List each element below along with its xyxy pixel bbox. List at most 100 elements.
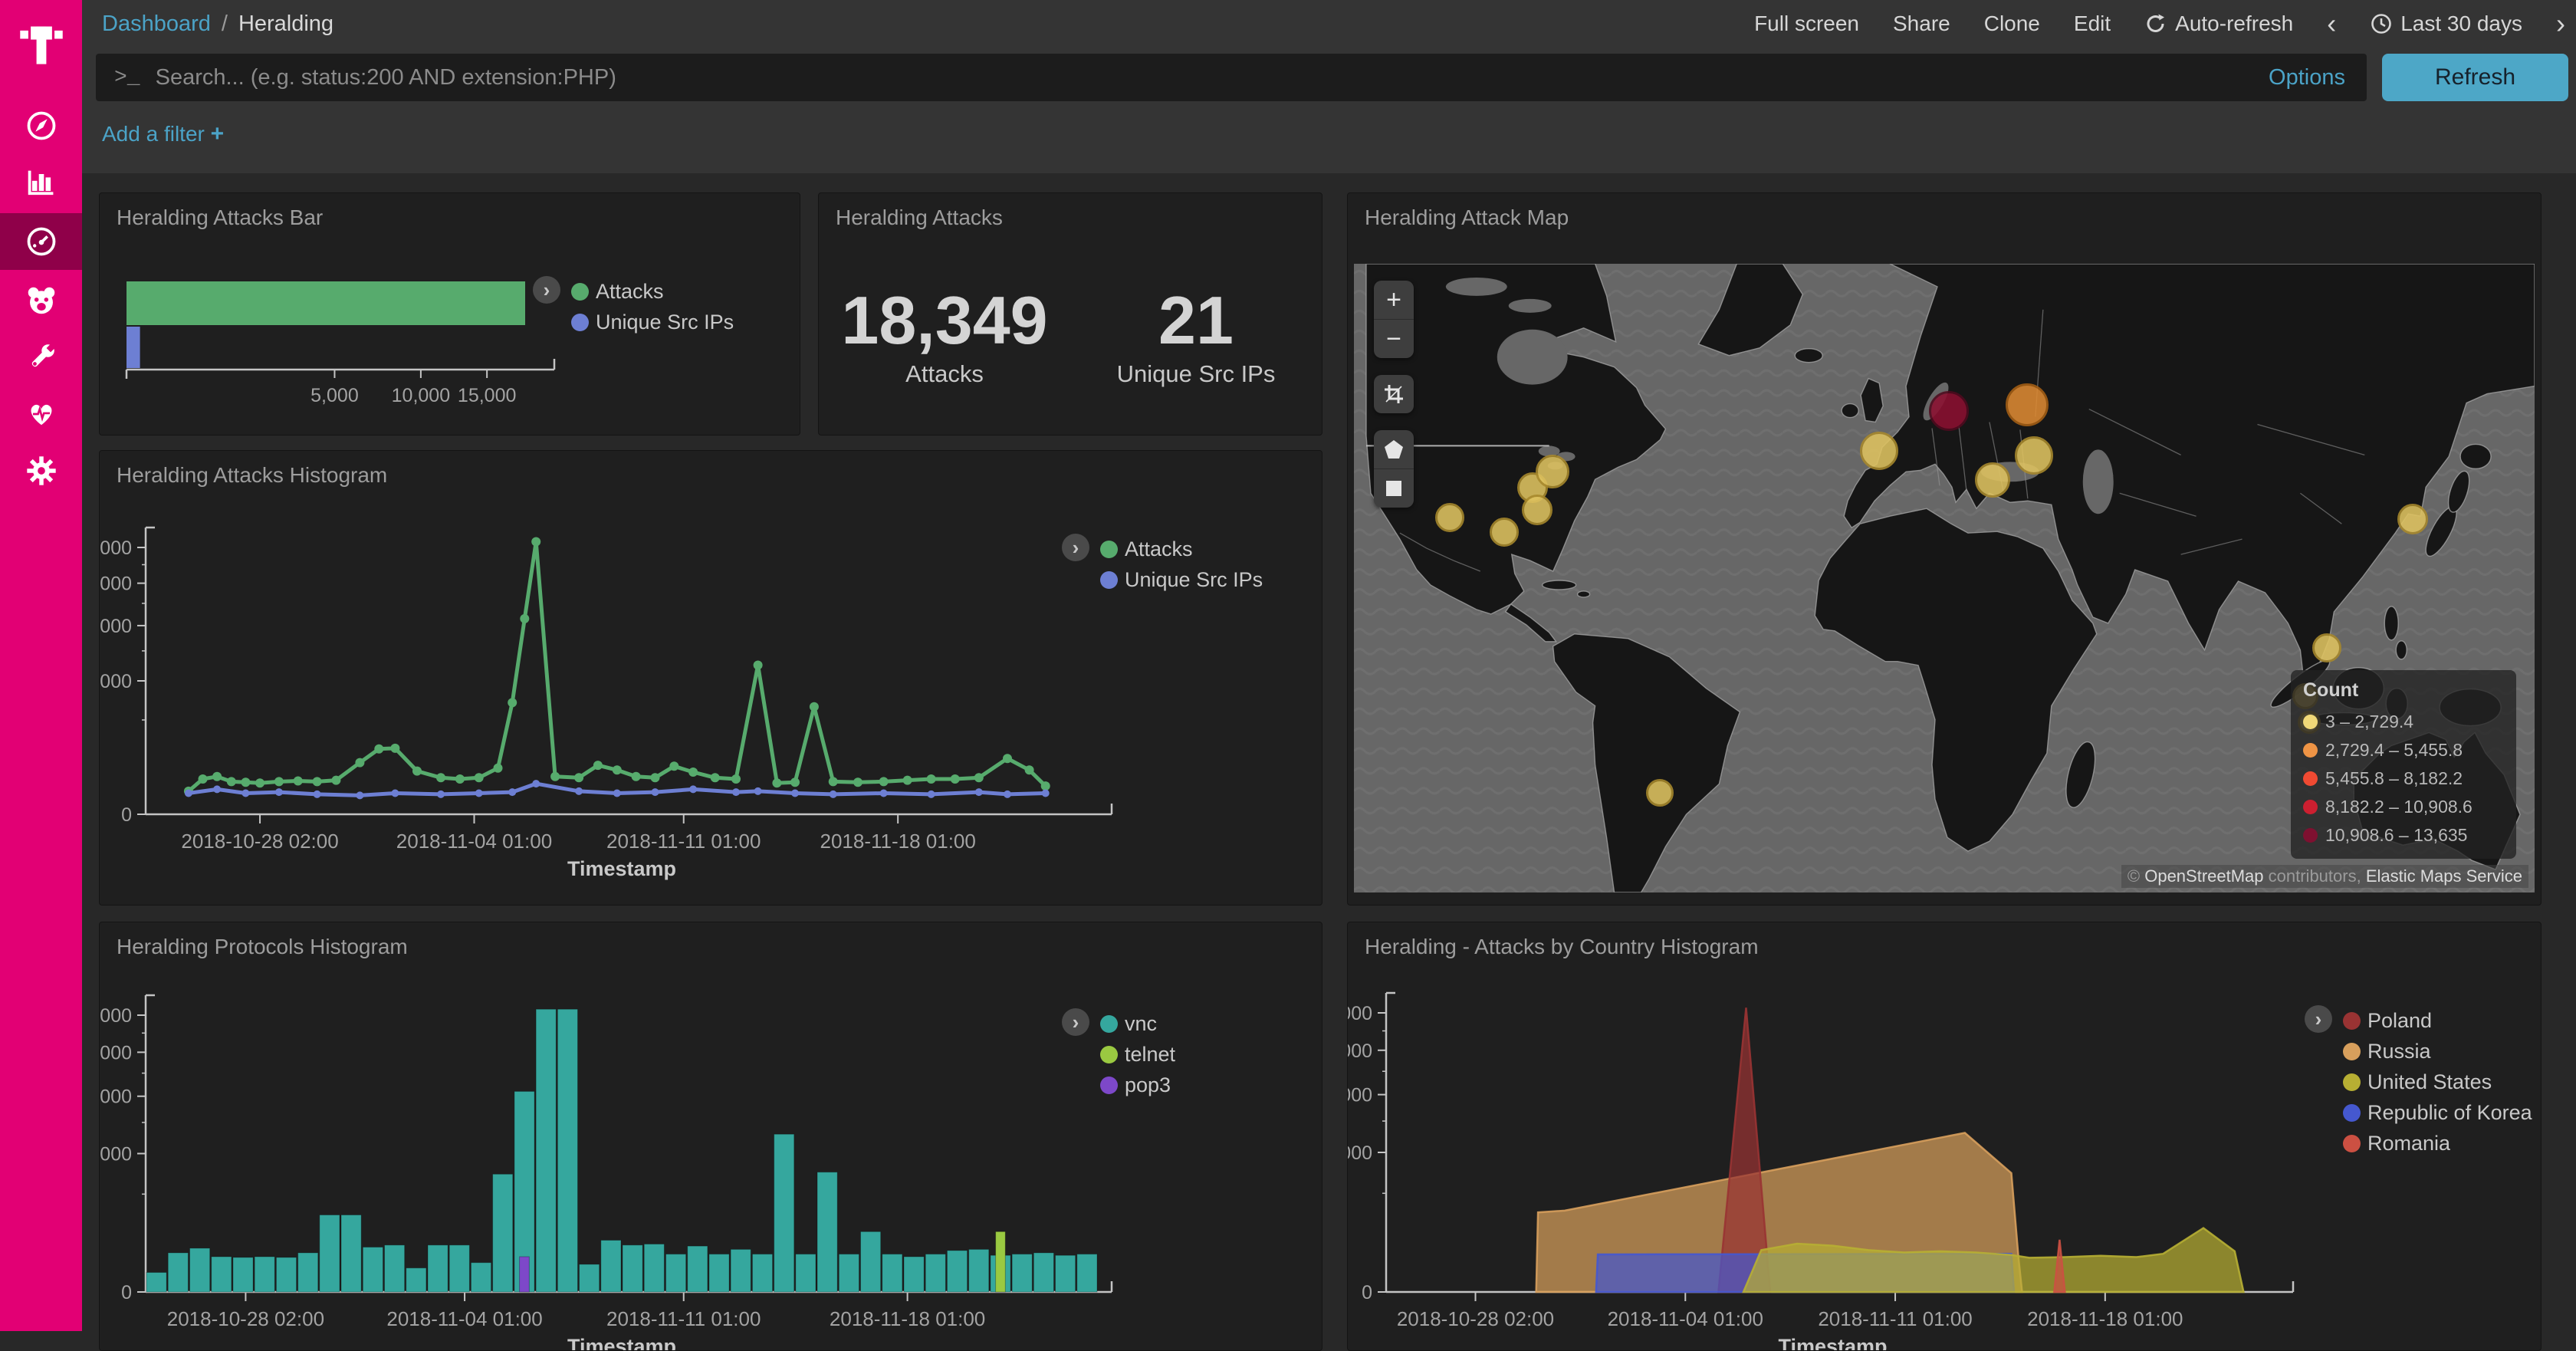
attack-location-dot[interactable] (1860, 432, 1898, 470)
breadcrumb: Dashboard / Heralding (102, 0, 334, 48)
legend-item[interactable]: Poland (2343, 1005, 2532, 1036)
sidebar-item-tpot[interactable] (0, 273, 82, 328)
full-screen-button[interactable]: Full screen (1754, 12, 1859, 36)
attack-location-dot[interactable] (2006, 383, 2049, 426)
svg-text:15,000: 15,000 (458, 385, 516, 406)
top-navbar: Dashboard / Heralding Full screen Share … (82, 0, 2576, 48)
sidebar-item-visualize[interactable] (0, 155, 82, 210)
share-button[interactable]: Share (1893, 12, 1950, 36)
attack-location-dot[interactable] (1929, 391, 1969, 431)
attack-location-dot[interactable] (1646, 779, 1674, 807)
legend-label: Unique Src IPs (596, 311, 734, 334)
metric-value: 18,349 (819, 285, 1070, 356)
map-draw-rectangle-button[interactable] (1374, 468, 1414, 508)
gauge-icon (25, 225, 58, 258)
options-link[interactable]: Options (2269, 65, 2345, 90)
legend-toggle-chevron-icon[interactable]: › (533, 276, 560, 304)
legend-item[interactable]: Romania (2343, 1128, 2532, 1159)
t-logo-icon (17, 20, 66, 69)
attack-location-dot[interactable] (1435, 503, 1464, 532)
svg-text:2018-11-18 01:00: 2018-11-18 01:00 (820, 830, 976, 853)
legend-color-dot-icon (1100, 1077, 1118, 1094)
bar-chart-icon (25, 166, 58, 199)
svg-text:2018-11-04 01:00: 2018-11-04 01:00 (386, 1307, 542, 1330)
metric-value: 21 (1070, 285, 1322, 356)
rectangle-icon (1383, 478, 1405, 499)
legend-item[interactable]: Russia (2343, 1036, 2532, 1067)
add-filter-link[interactable]: Add a filter + (102, 121, 224, 147)
breadcrumb-dashboard-link[interactable]: Dashboard (102, 12, 211, 37)
legend-item[interactable]: United States (2343, 1067, 2532, 1097)
map-legend-dot-icon (2303, 743, 2318, 758)
legend-toggle-chevron-icon[interactable]: › (2305, 1005, 2332, 1033)
map-zoom-in-button[interactable]: + (1374, 281, 1414, 319)
sidebar-item-devtools[interactable] (0, 330, 82, 385)
legend-toggle-chevron-icon[interactable]: › (1062, 534, 1089, 561)
attack-location-dot[interactable] (1490, 518, 1519, 547)
map-draw-polygon-button[interactable] (1374, 430, 1414, 468)
time-range-button[interactable]: Last 30 days (2370, 12, 2522, 36)
svg-text:6,000: 6,000 (100, 1042, 132, 1063)
svg-text:2018-10-28 02:00: 2018-10-28 02:00 (167, 1307, 324, 1330)
panel-attacks-histogram: Heralding Attacks Histogram 02,0004,0006… (99, 450, 1322, 906)
metric-attacks: 18,349 Attacks (819, 285, 1070, 388)
map-legend-item: 5,455.8 – 8,182.2 (2303, 764, 2504, 793)
sidebar-item-monitoring[interactable] (0, 386, 82, 442)
search-input[interactable] (154, 64, 2269, 91)
app-sidebar (0, 0, 82, 1331)
time-range-label: Last 30 days (2400, 12, 2522, 36)
edit-button[interactable]: Edit (2074, 12, 2111, 36)
map-count-legend: Count 3 – 2,729.42,729.4 – 5,455.85,455.… (2291, 670, 2516, 859)
legend-item[interactable]: Unique Src IPs (1100, 564, 1263, 595)
auto-refresh-button[interactable]: Auto-refresh (2144, 12, 2293, 36)
attack-location-dot[interactable] (1536, 455, 1569, 488)
gear-icon (25, 454, 58, 488)
svg-text:0: 0 (121, 1282, 132, 1303)
country-legend: › PolandRussiaUnited StatesRepublic of Ko… (2305, 1005, 2532, 1159)
legend-item[interactable]: pop3 (1100, 1070, 1175, 1100)
map-controls: + − (1374, 281, 1414, 524)
time-back-button[interactable]: ‹ (2327, 10, 2336, 38)
refresh-button[interactable]: Refresh (2382, 54, 2568, 101)
legend-color-dot-icon (571, 314, 589, 331)
legend-item[interactable]: Attacks (1100, 534, 1263, 564)
attacks-histogram-legend: › AttacksUnique Src IPs (1062, 534, 1263, 595)
map-fit-bounds-button[interactable] (1374, 375, 1414, 413)
metric-label: Unique Src IPs (1070, 360, 1322, 388)
legend-item[interactable]: Unique Src IPs (571, 307, 734, 337)
time-forward-button[interactable]: › (2556, 10, 2565, 38)
svg-text:2018-11-18 01:00: 2018-11-18 01:00 (830, 1307, 985, 1330)
attribution-link[interactable]: OpenStreetMap (2144, 866, 2263, 886)
legend-item[interactable]: Attacks (571, 276, 734, 307)
sidebar-item-discover[interactable] (0, 98, 82, 153)
sidebar-item-management[interactable] (0, 443, 82, 498)
attacks-histogram-chart: 02,0004,0006,0008,0002018-10-28 02:00201… (100, 451, 1322, 906)
legend-color-dot-icon (1100, 1046, 1118, 1063)
map-legend-range-label: 8,182.2 – 10,908.6 (2325, 797, 2472, 817)
svg-text:0: 0 (121, 804, 132, 826)
world-map[interactable]: + − (1354, 264, 2535, 892)
breadcrumb-separator: / (222, 12, 228, 37)
svg-text:8,000: 8,000 (100, 1005, 132, 1027)
svg-text:0: 0 (1362, 1282, 1372, 1303)
svg-text:2018-11-18 01:00: 2018-11-18 01:00 (2027, 1307, 2183, 1330)
legend-item[interactable]: telnet (1100, 1039, 1175, 1070)
attribution-text: contributors, (2264, 866, 2366, 886)
attack-location-dot[interactable] (1975, 462, 2010, 498)
protocols-histogram-chart: 02,0004,0006,0008,0002018-10-28 02:00201… (100, 922, 1322, 1351)
attack-location-dot[interactable] (2015, 436, 2053, 475)
legend-item[interactable]: vnc (1100, 1008, 1175, 1039)
clone-button[interactable]: Clone (1984, 12, 2040, 36)
legend-toggle-chevron-icon[interactable]: › (1062, 1008, 1089, 1036)
attack-location-dot[interactable] (2312, 633, 2341, 662)
map-zoom-out-button[interactable]: − (1374, 319, 1414, 358)
svg-text:2018-11-11 01:00: 2018-11-11 01:00 (1818, 1307, 1972, 1330)
map-legend-dot-icon (2303, 771, 2318, 786)
polygon-icon (1383, 439, 1405, 460)
sidebar-item-dashboard[interactable] (0, 213, 82, 270)
attack-location-dot[interactable] (1522, 495, 1552, 525)
legend-item[interactable]: Republic of Korea (2343, 1097, 2532, 1128)
t-mobile-logo[interactable] (0, 8, 82, 81)
attack-location-dot[interactable] (2397, 504, 2428, 534)
attribution-link[interactable]: Elastic Maps Service (2366, 866, 2522, 886)
